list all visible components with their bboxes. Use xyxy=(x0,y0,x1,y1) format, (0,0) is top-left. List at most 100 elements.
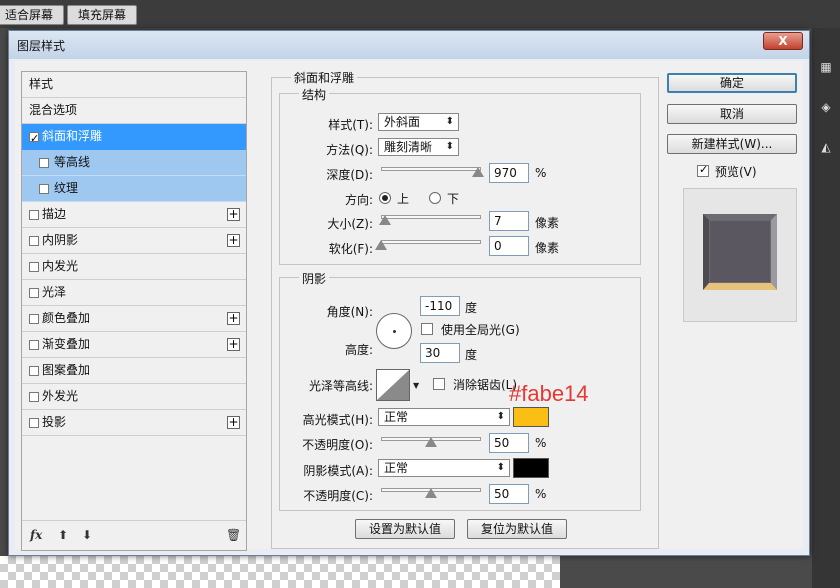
make-default-button[interactable]: 设置为默认值 xyxy=(355,519,455,539)
technique-select[interactable]: 雕刻清晰 xyxy=(378,138,459,156)
bevel-emboss-checkbox[interactable] xyxy=(29,126,39,151)
antialias-checkbox[interactable] xyxy=(433,378,445,390)
fill-screen-button[interactable]: 填充屏幕 xyxy=(67,5,138,25)
shadow-mode-select[interactable]: 正常 xyxy=(378,459,510,477)
list-item-label: 外发光 xyxy=(42,389,79,403)
size-label: 大小(Z): xyxy=(327,217,373,231)
style-select[interactable]: 外斜面 xyxy=(378,113,459,131)
direction-up-radio[interactable] xyxy=(379,192,391,204)
move-up-icon[interactable]: ⬆ xyxy=(58,528,68,542)
dialog-titlebar[interactable]: 图层样式 X xyxy=(9,31,809,59)
altitude-unit: 度 xyxy=(465,348,478,362)
antialias-label: 消除锯齿(L) xyxy=(453,378,518,392)
style-list-item-inner-glow[interactable]: 内发光 xyxy=(22,254,246,280)
add-inner-shadow-plus-icon[interactable]: + xyxy=(227,234,240,247)
style-list-item-stroke[interactable]: 描边 + xyxy=(22,202,246,228)
contour-checkbox[interactable] xyxy=(39,158,49,168)
contour-curve xyxy=(377,370,409,400)
panel-icon[interactable]: ▦ xyxy=(818,60,834,76)
style-list-item-bevel-emboss[interactable]: 斜面和浮雕 xyxy=(22,124,246,151)
gloss-contour-picker[interactable] xyxy=(376,369,410,401)
highlight-color-swatch[interactable] xyxy=(513,407,549,427)
add-gradient-overlay-plus-icon[interactable]: + xyxy=(227,338,240,351)
inner-glow-checkbox[interactable] xyxy=(29,262,39,272)
preview-label: 预览(V) xyxy=(715,165,757,179)
size-slider-track[interactable] xyxy=(381,215,481,219)
ok-button[interactable]: 确定 xyxy=(667,73,797,93)
style-list-item-drop-shadow[interactable]: 投影 + xyxy=(22,410,246,436)
cancel-button[interactable]: 取消 xyxy=(667,104,797,124)
inner-shadow-checkbox[interactable] xyxy=(29,236,39,246)
style-list-item-inner-shadow[interactable]: 内阴影 + xyxy=(22,228,246,254)
highlight-mode-select[interactable]: 正常 xyxy=(378,408,510,426)
outer-glow-checkbox[interactable] xyxy=(29,392,39,402)
size-input[interactable]: 7 xyxy=(489,211,529,231)
depth-slider-track[interactable] xyxy=(381,167,481,171)
soften-input[interactable]: 0 xyxy=(489,236,529,256)
preview-inner-face xyxy=(709,220,771,283)
style-list-item-texture[interactable]: 纹理 xyxy=(22,176,246,202)
angle-dial[interactable] xyxy=(376,313,412,349)
style-list-item-gradient-overlay[interactable]: 渐变叠加 + xyxy=(22,332,246,358)
list-item-label: 图案叠加 xyxy=(42,363,91,377)
angle-input[interactable]: -110 xyxy=(420,296,460,316)
fit-screen-button[interactable]: 适合屏幕 xyxy=(0,5,65,25)
global-light-checkbox[interactable] xyxy=(421,323,433,335)
style-list: 样式 混合选项 斜面和浮雕 等高线 纹理 描边 + 内阴影 + 内发 xyxy=(21,71,247,551)
list-item-label: 内发光 xyxy=(42,259,79,273)
style-list-item-contour[interactable]: 等高线 xyxy=(22,150,246,176)
trash-icon[interactable]: 🗑 xyxy=(226,528,241,542)
style-list-item-styles[interactable]: 样式 xyxy=(22,72,246,98)
new-style-button[interactable]: 新建样式(W)... xyxy=(667,134,797,154)
shadow-opacity-input[interactable]: 50 xyxy=(489,484,529,504)
satin-checkbox[interactable] xyxy=(29,288,39,298)
direction-down-radio[interactable] xyxy=(429,192,441,204)
list-item-label: 等高线 xyxy=(54,155,91,169)
move-down-icon[interactable]: ⬇ xyxy=(82,528,92,542)
transform-icon[interactable]: ◭ xyxy=(818,140,834,156)
add-stroke-plus-icon[interactable]: + xyxy=(227,208,240,221)
color-overlay-checkbox[interactable] xyxy=(29,314,39,324)
list-item-label: 光泽 xyxy=(42,285,67,299)
close-button[interactable]: X xyxy=(763,32,803,50)
list-item-label: 渐变叠加 xyxy=(42,337,91,351)
style-list-item-color-overlay[interactable]: 颜色叠加 + xyxy=(22,306,246,332)
preview-checkbox[interactable] xyxy=(697,163,709,177)
style-list-item-pattern-overlay[interactable]: 图案叠加 xyxy=(22,358,246,384)
direction-up-label: 上 xyxy=(397,192,410,206)
shadow-color-swatch[interactable] xyxy=(513,458,549,478)
style-list-item-satin[interactable]: 光泽 xyxy=(22,280,246,306)
soften-slider-track[interactable] xyxy=(381,240,481,244)
technique-label: 方法(Q): xyxy=(326,143,373,157)
soften-slider-thumb[interactable] xyxy=(375,240,387,250)
style-list-item-outer-glow[interactable]: 外发光 xyxy=(22,384,246,410)
stroke-checkbox[interactable] xyxy=(29,210,39,220)
depth-input[interactable]: 970 xyxy=(489,163,529,183)
shadow-mode-label: 阴影模式(A): xyxy=(303,464,373,478)
shadow-opacity-slider-thumb[interactable] xyxy=(425,488,437,498)
size-slider-thumb[interactable] xyxy=(378,215,391,225)
altitude-input[interactable]: 30 xyxy=(420,343,460,363)
list-item-label: 颜色叠加 xyxy=(42,311,91,325)
highlight-opacity-input[interactable]: 50 xyxy=(489,433,529,453)
depth-slider-thumb[interactable] xyxy=(472,167,484,177)
add-color-overlay-plus-icon[interactable]: + xyxy=(227,312,240,325)
gradient-overlay-checkbox[interactable] xyxy=(29,340,39,350)
texture-checkbox[interactable] xyxy=(39,184,49,194)
highlight-opacity-slider-thumb[interactable] xyxy=(425,437,437,447)
depth-label: 深度(D): xyxy=(326,168,373,182)
style-label: 样式(T): xyxy=(328,118,373,132)
cube-icon[interactable]: ◈ xyxy=(818,100,834,116)
pattern-overlay-checkbox[interactable] xyxy=(29,366,39,376)
highlight-mode-label: 高光模式(H): xyxy=(302,413,373,427)
add-drop-shadow-plus-icon[interactable]: + xyxy=(227,416,240,429)
list-item-label: 投影 xyxy=(42,415,67,429)
fx-icon[interactable]: fx xyxy=(30,528,42,542)
canvas-transparency-grid xyxy=(0,556,560,588)
reset-default-button[interactable]: 复位为默认值 xyxy=(467,519,567,539)
preview-shape xyxy=(703,214,777,290)
style-list-item-blending-options[interactable]: 混合选项 xyxy=(22,98,246,124)
drop-shadow-checkbox[interactable] xyxy=(29,418,39,428)
contour-dropdown-icon[interactable]: ▼ xyxy=(413,381,419,390)
angle-label: 角度(N): xyxy=(326,305,373,319)
